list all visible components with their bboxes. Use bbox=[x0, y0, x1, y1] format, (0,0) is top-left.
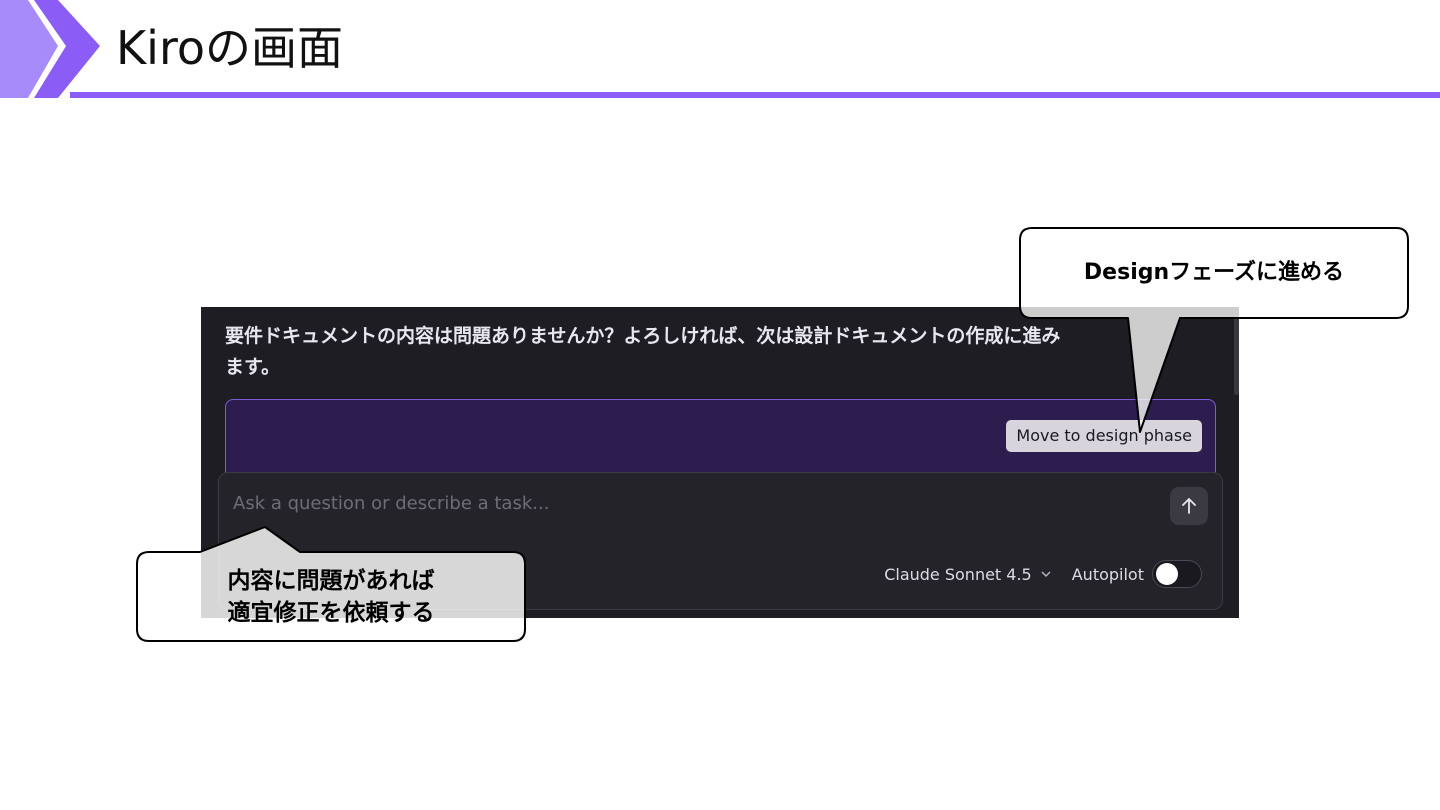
callout-top-text: Designフェーズに進める bbox=[1083, 260, 1345, 285]
chat-footer: Claude Sonnet 4.5 Autopilot bbox=[884, 559, 1202, 589]
chevron-icon bbox=[0, 0, 100, 98]
autopilot-label: Autopilot bbox=[1071, 564, 1144, 584]
send-button[interactable] bbox=[1170, 487, 1208, 525]
chat-input[interactable] bbox=[233, 487, 1133, 519]
page-title: Kiroの画面 bbox=[116, 21, 343, 75]
arrow-up-icon bbox=[1182, 498, 1196, 514]
scrollbar[interactable] bbox=[1234, 315, 1239, 395]
toggle-knob bbox=[1156, 563, 1178, 585]
callout-bottom-text: 内容に問題があれば 適宜修正を依頼する bbox=[137, 565, 525, 629]
callout-bottom-line: 適宜修正を依頼する bbox=[227, 600, 435, 626]
model-label: Claude Sonnet 4.5 bbox=[884, 564, 1032, 584]
assistant-message: 要件ドキュメントの内容は問題ありませんか？よろしければ、次は設計ドキュメントの作… bbox=[225, 325, 1061, 378]
autopilot-toggle[interactable] bbox=[1152, 560, 1202, 588]
chevron-down-icon bbox=[1041, 571, 1051, 577]
model-selector[interactable]: Claude Sonnet 4.5 bbox=[884, 565, 1052, 584]
slide: Kiroの画面 要件ドキュメントの内容は問題ありませんか？よろしければ、次は設計… bbox=[0, 0, 1440, 810]
callout-bottom-line: 内容に問題があれば bbox=[227, 568, 435, 594]
move-to-design-phase-button[interactable]: Move to design phase bbox=[1006, 420, 1202, 452]
header-divider bbox=[70, 92, 1440, 98]
